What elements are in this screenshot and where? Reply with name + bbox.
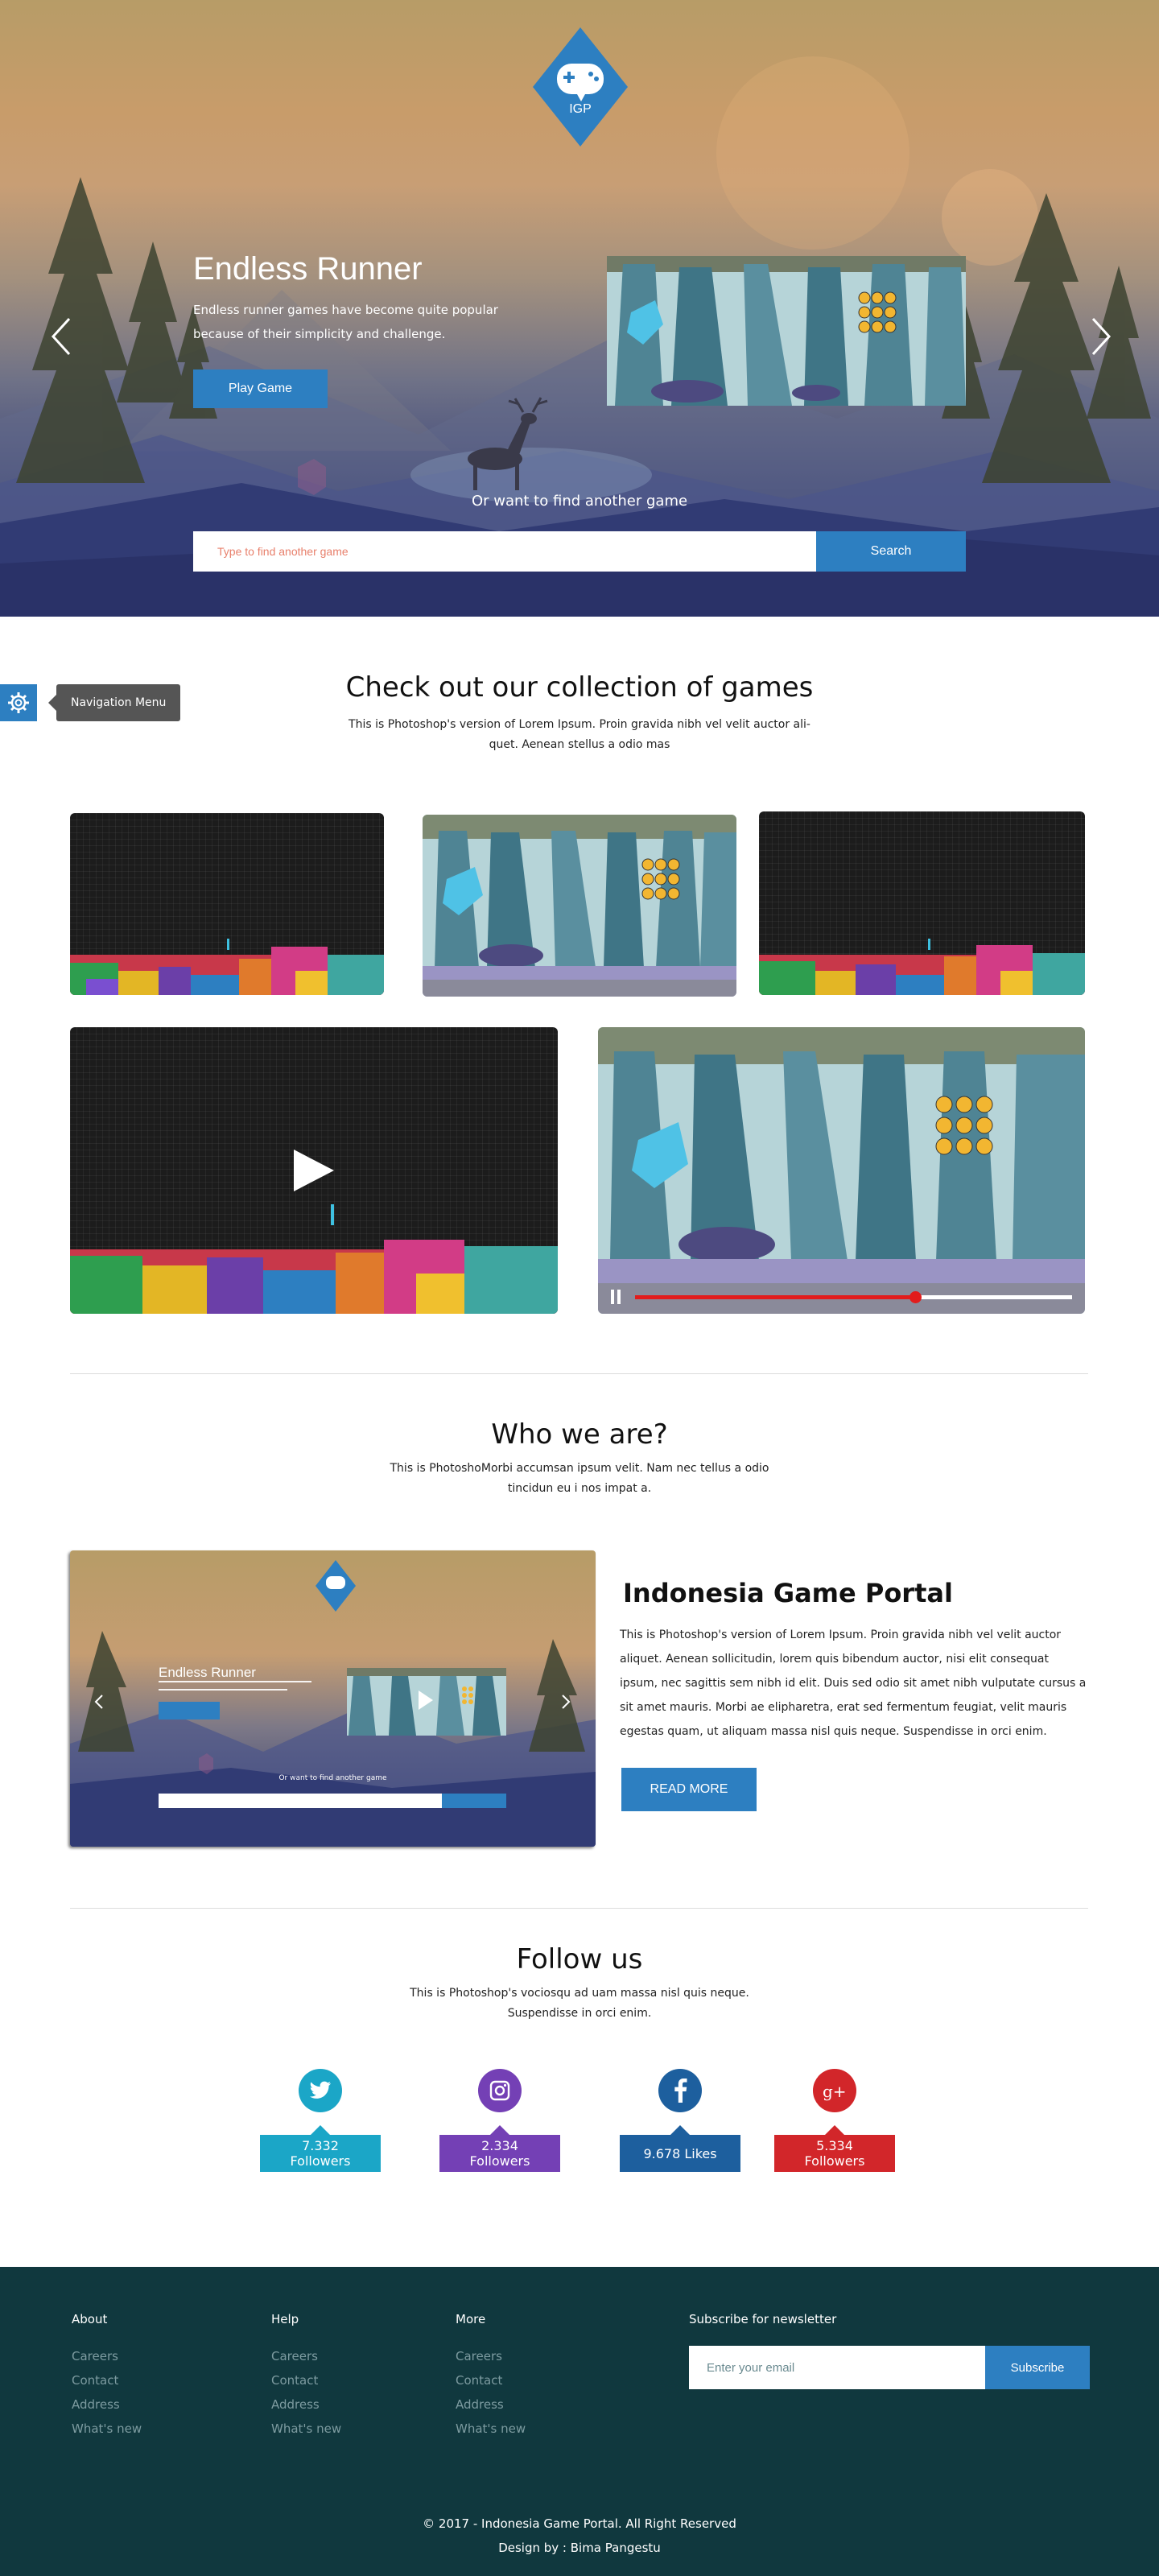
social-google-plus[interactable]: g+ 5.334 Followers (774, 2069, 895, 2172)
social-instagram[interactable]: 2.334 Followers (439, 2069, 560, 2172)
footer-link[interactable]: Contact (271, 2368, 341, 2392)
chevron-left-icon[interactable] (45, 312, 77, 361)
footer-column-title: About (72, 2312, 108, 2326)
footer-column-title: Help (271, 2312, 299, 2326)
video-progress-track[interactable] (635, 1291, 1072, 1303)
footer-link[interactable]: What's new (456, 2417, 526, 2441)
chevron-right-icon[interactable] (1085, 312, 1117, 361)
email-field[interactable] (689, 2346, 985, 2389)
falling-block (331, 1204, 334, 1225)
preview-title: Endless Runner (159, 1665, 256, 1680)
find-another-label: Or want to find another game (471, 493, 688, 510)
follow-title: Follow us (516, 1943, 643, 1975)
game-card-runner[interactable] (423, 815, 736, 997)
footer-link[interactable]: Address (456, 2392, 526, 2417)
instagram-followers-badge: 2.334 Followers (439, 2125, 560, 2172)
video-progress-fill (635, 1295, 915, 1299)
play-icon[interactable] (291, 1148, 336, 1193)
who-title: Who we are? (491, 1418, 668, 1451)
newsletter-title: Subscribe for newsletter (689, 2312, 837, 2326)
logo-text: IGP (569, 102, 592, 116)
footer-link[interactable]: Address (271, 2392, 341, 2417)
igp-logo[interactable]: IGP (533, 27, 628, 147)
footer-link[interactable]: Careers (72, 2344, 142, 2368)
tetris-blocks-illustration (759, 939, 1085, 995)
search-button[interactable]: Search (816, 531, 966, 572)
pause-icon[interactable] (609, 1290, 622, 1304)
section-divider (70, 1373, 1088, 1374)
footer-link[interactable]: What's new (271, 2417, 341, 2441)
site-preview-image: Endless Runner Or want to find another g… (70, 1550, 596, 1847)
google-plus-followers-badge: 5.334 Followers (774, 2125, 895, 2172)
collection-subtitle: This is Photoshop's version of Lorem Ips… (349, 718, 810, 751)
game-card-tetris[interactable] (759, 811, 1085, 995)
twitter-followers-badge: 7.332 Followers (260, 2125, 381, 2172)
tetris-blocks-illustration (70, 939, 384, 995)
read-more-button[interactable]: READ MORE (621, 1768, 757, 1811)
footer-link[interactable]: Address (72, 2392, 142, 2417)
play-game-button[interactable]: Play Game (193, 369, 328, 408)
social-twitter[interactable]: 7.332 Followers (260, 2069, 381, 2172)
hero-game-screenshot[interactable] (607, 256, 966, 406)
google-plus-icon[interactable]: g+ (813, 2069, 856, 2112)
footer-column-more: More Careers Contact Address What's new (456, 2312, 526, 2441)
hero-description: Endless runner games have become quite p… (193, 303, 498, 341)
runner-game-thumbnail (598, 1027, 1085, 1314)
game-video-tetris[interactable] (70, 1027, 558, 1314)
game-card-tetris[interactable] (70, 813, 384, 995)
footer-link[interactable]: Contact (72, 2368, 142, 2392)
copyright-text: © 2017 - Indonesia Game Portal. All Righ… (423, 2516, 736, 2531)
twitter-icon[interactable] (299, 2069, 342, 2112)
footer-column-about: About Careers Contact Address What's new (72, 2312, 142, 2441)
preview-find-label: Or want to find another game (278, 1774, 387, 1782)
section-divider (70, 1908, 1088, 1909)
tetris-blocks-illustration (70, 1240, 558, 1314)
design-credit: Design by : Bima Pangestu (498, 2541, 661, 2555)
instagram-icon[interactable] (478, 2069, 522, 2112)
facebook-likes-badge: 9.678 Likes (620, 2125, 740, 2172)
who-subtitle: This is PhotoshoMorbi accumsan ipsum vel… (390, 1462, 769, 1495)
who-heading: Indonesia Game Portal (623, 1578, 953, 1608)
hero-title: Endless Runner (193, 251, 423, 287)
svg-text:g+: g+ (823, 2082, 847, 2101)
subscribe-button[interactable]: Subscribe (985, 2346, 1090, 2389)
game-video-runner[interactable] (598, 1027, 1085, 1314)
collection-title: Check out our collection of games (345, 671, 814, 704)
site-preview-illustration (70, 1550, 596, 1847)
facebook-icon[interactable] (658, 2069, 702, 2112)
footer-column-title: More (456, 2312, 486, 2326)
video-progress-handle[interactable] (909, 1291, 922, 1303)
footer-link[interactable]: Careers (271, 2344, 341, 2368)
hero-banner: IGP Endless Runner Endless runner games … (0, 0, 1159, 617)
footer-link[interactable]: What's new (72, 2417, 142, 2441)
who-description: This is Photoshop's version of Lorem Ips… (620, 1629, 1087, 1738)
runner-game-thumbnail (607, 256, 966, 406)
social-facebook[interactable]: 9.678 Likes (620, 2069, 740, 2172)
footer-column-help: Help Careers Contact Address What's new (271, 2312, 341, 2441)
footer-link[interactable]: Careers (456, 2344, 526, 2368)
footer-link[interactable]: Contact (456, 2368, 526, 2392)
search-input[interactable] (193, 531, 816, 572)
follow-subtitle: This is Photoshop's vociosqu ad uam mass… (410, 1987, 749, 2020)
runner-game-thumbnail (423, 815, 736, 997)
